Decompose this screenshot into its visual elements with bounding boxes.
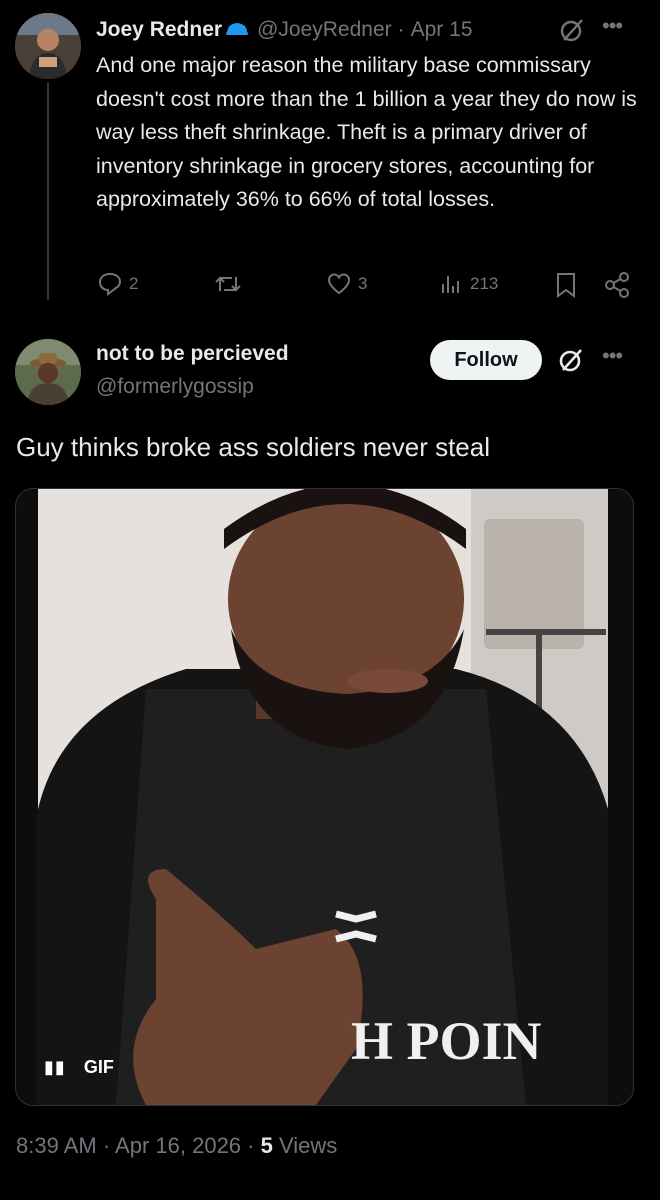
gif-media[interactable]: H POIN ▮▮ GIF <box>15 488 634 1106</box>
bookmark-icon[interactable] <box>553 271 579 304</box>
reply-icon <box>98 272 122 296</box>
avatar-joey-redner[interactable] <box>15 13 81 79</box>
share-icon[interactable] <box>603 271 631 304</box>
timestamp-line: 8:39 AM · Apr 16, 2026 · 5 Views <box>16 1133 337 1159</box>
gif-badge-label: GIF <box>83 1057 114 1077</box>
avatar-formerlygossip[interactable] <box>15 339 81 405</box>
grok-icon[interactable] <box>558 16 586 44</box>
timestamp[interactable]: 8:39 AM · Apr 16, 2026 · <box>16 1133 261 1158</box>
separator-dot: · <box>397 18 405 41</box>
views-label: Views <box>272 1133 338 1158</box>
parent-date[interactable]: Apr 15 <box>411 18 473 42</box>
main-display-name[interactable]: not to be percieved <box>96 342 289 366</box>
main-tweet-text: Guy thinks broke ass soldiers never stea… <box>16 432 490 462</box>
retweet-icon <box>215 276 241 292</box>
views-button[interactable]: 213 <box>438 271 498 297</box>
like-icon <box>327 273 351 295</box>
views-number: 5 <box>260 1133 273 1158</box>
retweet-button[interactable] <box>214 271 242 297</box>
follow-button[interactable]: Follow <box>430 340 542 380</box>
like-count: 3 <box>358 274 368 293</box>
verified-badge-icon <box>225 20 249 40</box>
main-handle[interactable]: @formerlygossip <box>96 375 254 399</box>
gif-image: H POIN <box>16 489 633 1105</box>
views-count: 213 <box>470 274 499 293</box>
more-icon[interactable]: ••• <box>602 13 623 39</box>
thread-connector-line <box>47 82 49 300</box>
parent-handle[interactable]: @JoeyRedner <box>257 18 392 42</box>
jersey-text: H POIN <box>351 1011 542 1071</box>
parent-tweet-text: And one major reason the military base c… <box>96 53 637 211</box>
reply-count: 2 <box>129 274 139 293</box>
parent-display-name[interactable]: Joey Redner <box>96 18 222 42</box>
more-icon-main[interactable]: ••• <box>602 343 623 369</box>
views-icon <box>442 276 459 293</box>
like-button[interactable]: 3 <box>326 271 367 297</box>
gif-controls[interactable]: ▮▮ GIF <box>44 1057 114 1078</box>
reply-button[interactable]: 2 <box>97 271 138 297</box>
grok-icon-main[interactable] <box>557 346 585 374</box>
pause-icon[interactable]: ▮▮ <box>44 1057 66 1078</box>
